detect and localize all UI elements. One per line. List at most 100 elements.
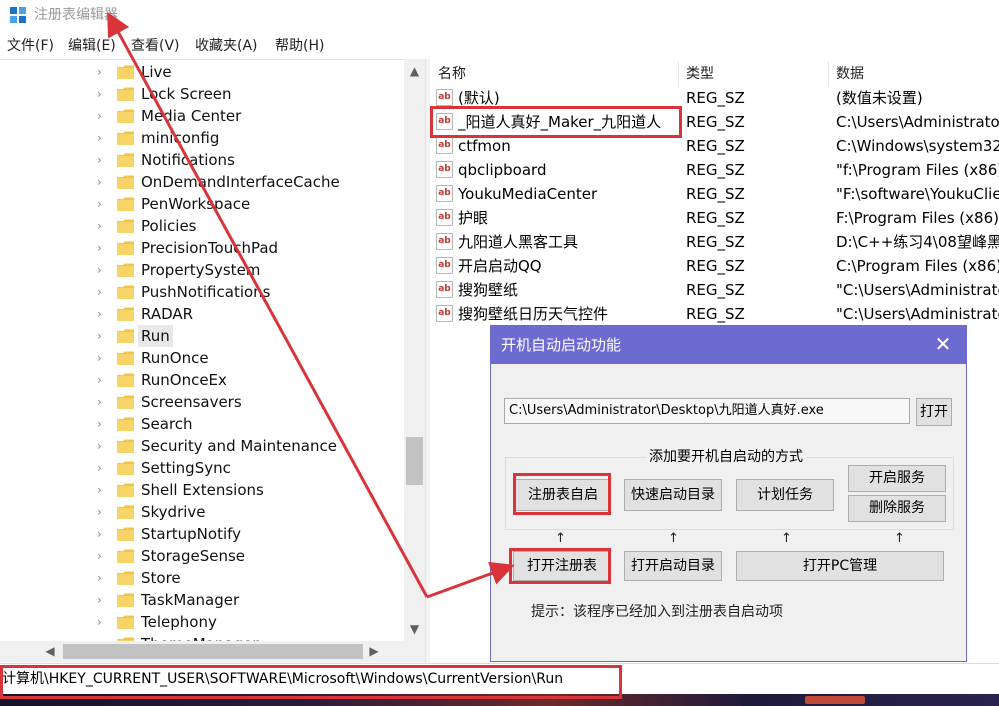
chevron-right-icon[interactable]: › — [97, 483, 109, 497]
tree-item[interactable]: › Policies — [0, 215, 404, 237]
open-startup-dir-button[interactable]: 打开启动目录 — [624, 551, 722, 581]
chevron-right-icon[interactable]: › — [97, 307, 109, 321]
chevron-right-icon[interactable]: › — [97, 109, 109, 123]
tree-item[interactable]: › RADAR — [0, 303, 404, 325]
registry-value-row[interactable]: ab 搜狗壁纸日历天气控件 REG_SZ "C:\Users\Administrato… — [430, 302, 999, 326]
menu-edit[interactable]: 编辑(E) — [68, 36, 116, 56]
scheduled-task-button[interactable]: 计划任务 — [736, 479, 834, 511]
tree-item[interactable]: › PenWorkspace — [0, 193, 404, 215]
value-data: C:\Users\Administrator — [836, 113, 999, 131]
tree-item[interactable]: › Screensavers — [0, 391, 404, 413]
column-divider[interactable] — [678, 61, 679, 87]
scroll-left-icon[interactable]: ◀ — [40, 641, 60, 662]
chevron-right-icon[interactable]: › — [97, 417, 109, 431]
menu-favorites[interactable]: 收藏夹(A) — [195, 36, 258, 56]
chevron-right-icon[interactable]: › — [97, 395, 109, 409]
chevron-right-icon[interactable]: › — [97, 549, 109, 563]
folder-icon — [117, 131, 134, 145]
value-type: REG_SZ — [686, 209, 745, 227]
column-header-name[interactable]: 名称 — [438, 62, 466, 86]
chevron-right-icon[interactable]: › — [97, 439, 109, 453]
menu-file[interactable]: 文件(F) — [7, 36, 54, 56]
tree-item[interactable]: › PropertySystem — [0, 259, 404, 281]
tree-item-label: RunOnce — [141, 349, 209, 367]
tree-item[interactable]: › SettingSync — [0, 457, 404, 479]
registry-key-tree[interactable]: › Live › Lock Screen › Media Center › miniconfi… — [0, 59, 425, 663]
tree-item-label: Media Center — [141, 107, 242, 125]
open-file-button[interactable]: 打开 — [916, 398, 952, 426]
chevron-right-icon[interactable]: › — [97, 329, 109, 343]
chevron-right-icon[interactable]: › — [97, 131, 109, 145]
tree-item[interactable]: › Notifications — [0, 149, 404, 171]
start-service-button[interactable]: 开启服务 — [848, 465, 946, 492]
chevron-right-icon[interactable]: › — [97, 197, 109, 211]
tree-item-label: Run — [138, 325, 173, 347]
quick-startup-dir-button[interactable]: 快速启动目录 — [624, 479, 722, 511]
tree-item[interactable]: › Search — [0, 413, 404, 435]
folder-icon — [117, 461, 134, 475]
folder-icon — [117, 109, 134, 123]
tree-item[interactable]: › PushNotifications — [0, 281, 404, 303]
tree-item[interactable]: › Live — [0, 61, 404, 83]
arrow-up-icon: ↑ — [781, 531, 792, 546]
chevron-right-icon[interactable]: › — [97, 593, 109, 607]
tree-item[interactable]: › Security and Maintenance — [0, 435, 404, 457]
registry-value-row[interactable]: ab 护眼 REG_SZ F:\Program Files (x86)\ — [430, 206, 999, 230]
chevron-right-icon[interactable]: › — [97, 373, 109, 387]
tree-item[interactable]: › Shell Extensions — [0, 479, 404, 501]
chevron-right-icon[interactable]: › — [97, 263, 109, 277]
registry-value-row[interactable]: ab 搜狗壁纸 REG_SZ "C:\Users\Administrator — [430, 278, 999, 302]
tree-item[interactable]: › Store — [0, 567, 404, 589]
tree-item[interactable]: › RunOnce — [0, 347, 404, 369]
column-divider[interactable] — [828, 61, 829, 87]
scroll-thumb-horizontal[interactable] — [63, 644, 363, 659]
string-value-icon: ab — [436, 281, 453, 298]
column-header-data[interactable]: 数据 — [836, 62, 864, 86]
tree-vertical-scrollbar[interactable]: ▲ ▼ — [404, 59, 425, 641]
chevron-right-icon[interactable]: › — [97, 153, 109, 167]
tree-item[interactable]: › PrecisionTouchPad — [0, 237, 404, 259]
scroll-down-icon[interactable]: ▼ — [404, 619, 425, 639]
registry-value-row[interactable]: ab 开启启动QQ REG_SZ C:\Program Files (x86)\ — [430, 254, 999, 278]
chevron-right-icon[interactable]: › — [97, 527, 109, 541]
registry-value-row[interactable]: ab qbclipboard REG_SZ "f:\Program Files (x8… — [430, 158, 999, 182]
open-pc-management-button[interactable]: 打开PC管理 — [736, 551, 944, 581]
chevron-right-icon[interactable]: › — [97, 505, 109, 519]
tree-horizontal-scrollbar[interactable]: ◀ ▶ — [0, 641, 404, 662]
tree-item[interactable]: › Telephony — [0, 611, 404, 633]
tree-item[interactable]: › Skydrive — [0, 501, 404, 523]
chevron-right-icon[interactable]: › — [97, 219, 109, 233]
menu-help[interactable]: 帮助(H) — [275, 36, 324, 56]
registry-value-row[interactable]: ab YoukuMediaCenter REG_SZ "F:\software\You… — [430, 182, 999, 206]
delete-service-button[interactable]: 删除服务 — [848, 495, 946, 522]
tree-item[interactable]: › TaskManager — [0, 589, 404, 611]
chevron-right-icon[interactable]: › — [97, 351, 109, 365]
tree-item[interactable]: › StorageSense — [0, 545, 404, 567]
close-icon[interactable]: ✕ — [932, 333, 954, 355]
tree-item[interactable]: › RunOnceEx — [0, 369, 404, 391]
tree-item[interactable]: › Lock Screen — [0, 83, 404, 105]
chevron-right-icon[interactable]: › — [97, 241, 109, 255]
chevron-right-icon[interactable]: › — [97, 175, 109, 189]
scroll-thumb[interactable] — [406, 437, 423, 485]
chevron-right-icon[interactable]: › — [97, 65, 109, 79]
tree-item[interactable]: › miniconfig — [0, 127, 404, 149]
chevron-right-icon[interactable]: › — [97, 285, 109, 299]
chevron-right-icon[interactable]: › — [97, 571, 109, 585]
value-type: REG_SZ — [686, 305, 745, 323]
scroll-right-icon[interactable]: ▶ — [364, 641, 384, 662]
chevron-right-icon[interactable]: › — [97, 87, 109, 101]
tree-item[interactable]: › OnDemandInterfaceCache — [0, 171, 404, 193]
chevron-right-icon[interactable]: › — [97, 615, 109, 629]
menu-view[interactable]: 查看(V) — [131, 36, 180, 56]
tree-item-label: PrecisionTouchPad — [141, 239, 279, 257]
exe-path-field[interactable]: C:\Users\Administrator\Desktop\九阳道人真好.ex… — [504, 398, 910, 424]
tree-item-label: Store — [141, 569, 181, 587]
chevron-right-icon[interactable]: › — [97, 461, 109, 475]
registry-value-row[interactable]: ab 九阳道人黑客工具 REG_SZ D:\C++练习4\08望峰黑客 — [430, 230, 999, 254]
column-header-type[interactable]: 类型 — [686, 62, 714, 86]
tree-item[interactable]: › StartupNotify — [0, 523, 404, 545]
scroll-up-icon[interactable]: ▲ — [404, 61, 425, 81]
tree-item[interactable]: › Run — [0, 325, 404, 347]
tree-item[interactable]: › Media Center — [0, 105, 404, 127]
